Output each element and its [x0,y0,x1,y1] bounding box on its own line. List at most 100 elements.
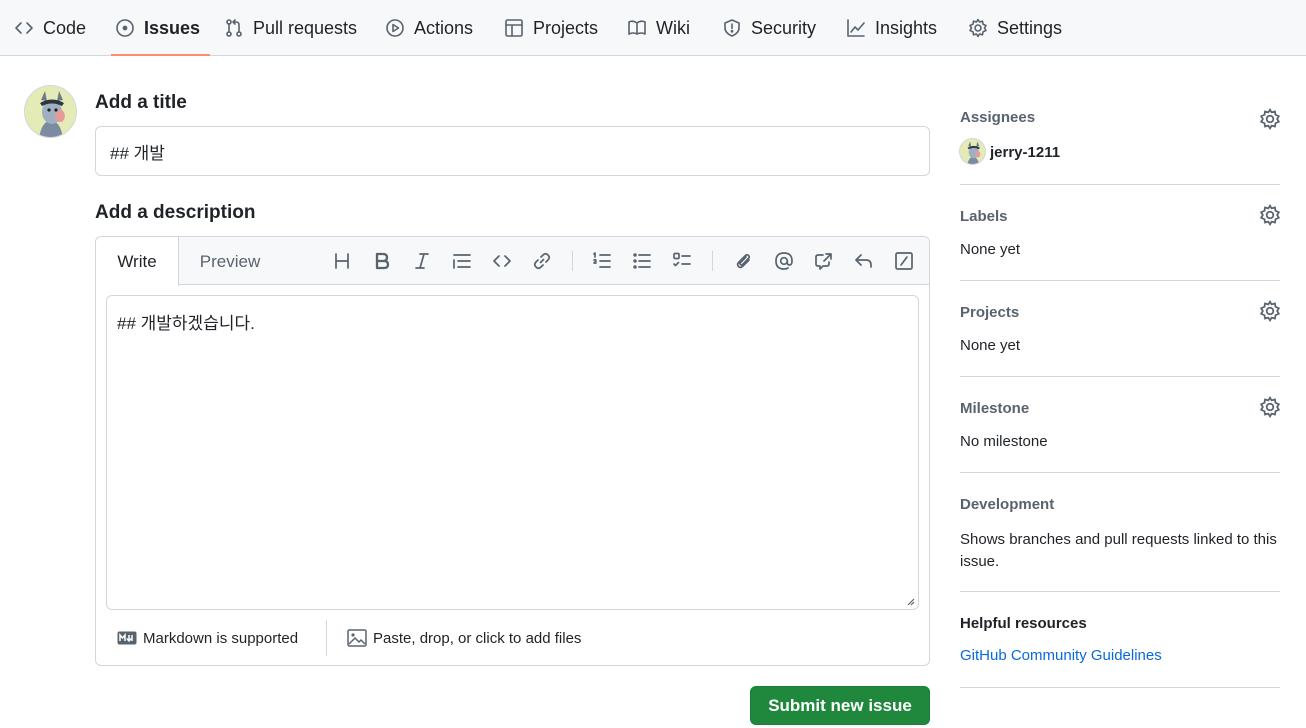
code-button[interactable] [490,249,514,273]
graph-icon [847,19,865,37]
mention-icon [775,252,793,270]
development-heading: Development [960,496,1055,513]
sidebar-divider [960,591,1280,592]
gear-icon [969,18,987,38]
assignees-heading: Assignees [960,109,1036,126]
attach-files-area[interactable]: Paste, drop, or click to add files [347,620,581,656]
tab-security-label: Security [751,17,817,38]
toolbar-divider [712,251,713,271]
quote-icon [453,254,471,269]
italic-button[interactable] [410,249,434,273]
description-value: ## 개발하겠습니다. [117,314,255,333]
projects-settings-button[interactable] [1259,299,1281,323]
tab-write[interactable]: Write [96,237,179,286]
avatar-illustration [25,86,76,137]
image-icon [347,629,367,647]
table-icon [505,19,523,37]
slash-command-icon [895,252,913,270]
reply-button[interactable] [852,249,876,273]
sidebar-divider [960,184,1280,185]
tab-actions-label: Actions [414,17,474,38]
code-icon [493,255,511,267]
markdown-support-link[interactable]: Markdown is supported [117,620,298,656]
markdown-note: Markdown is supported [143,629,299,647]
community-guidelines-link[interactable]: GitHub Community Guidelines [960,647,1162,664]
tab-projects-label: Projects [533,17,599,38]
book-icon [628,20,646,35]
development-description: Shows branches and pull requests linked … [960,531,1277,570]
resize-grip-icon[interactable] [905,596,915,606]
tab-pull-requests[interactable]: Pull requests [224,0,357,56]
labels-settings-button[interactable] [1259,203,1281,227]
assignees-settings-button[interactable] [1259,107,1281,131]
bold-button[interactable] [370,249,394,273]
tab-actions[interactable]: Actions [385,0,473,56]
tab-settings[interactable]: Settings [968,0,1062,56]
italic-icon [415,253,429,269]
assignee-avatar[interactable] [959,138,986,165]
bulleted-list-button[interactable] [630,249,654,273]
tasklist-icon [673,252,691,267]
labels-value: None yet [960,241,1021,258]
repo-nav: Code Issues Pull requests Actions Projec… [0,0,1306,56]
avatar-illustration [960,139,985,164]
projects-value: None yet [960,337,1021,354]
editor-toolbar: Write Preview [96,237,929,286]
task-list-button[interactable] [670,249,694,273]
paperclip-icon [736,253,751,269]
tab-settings-label: Settings [997,17,1063,38]
tab-issues-label: Issues [144,17,201,38]
assignee-username[interactable]: jerry-1211 [990,144,1060,161]
tab-projects[interactable]: Projects [504,0,598,56]
avatar[interactable] [24,85,77,138]
tab-insights-label: Insights [875,17,938,38]
gear-icon [1259,203,1281,227]
reference-button[interactable] [812,249,836,273]
link-button[interactable] [530,249,554,273]
attach-button[interactable] [732,249,756,273]
tab-issues[interactable]: Issues [110,0,211,56]
shield-icon [724,19,740,37]
tab-pull-requests-label: Pull requests [253,17,358,38]
markdown-icon [117,631,137,645]
bold-icon [375,252,390,270]
description-editor: Write Preview ## 개발하겠습니다. Markdown is su… [95,236,930,666]
issue-opened-icon [116,19,134,37]
tab-security[interactable]: Security [722,0,816,56]
numbered-list-button[interactable] [590,249,614,273]
editor-footer: Markdown is supported Paste, drop, or cl… [96,620,929,665]
list-ordered-icon [593,252,611,268]
tab-insights[interactable]: Insights [846,0,937,56]
gear-icon [1259,299,1281,323]
description-textarea[interactable]: ## 개발하겠습니다. [106,295,919,610]
gear-icon [1259,395,1281,419]
tab-code[interactable]: Code [14,0,86,56]
title-input[interactable]: ## 개발 [95,126,930,176]
git-pull-request-icon [226,19,242,37]
files-note: Paste, drop, or click to add files [373,629,582,647]
milestone-value: No milestone [960,433,1048,450]
tab-wiki[interactable]: Wiki [627,0,690,56]
gear-icon [1259,107,1281,131]
play-icon [386,19,404,37]
helpful-resources-heading: Helpful resources [960,615,1087,632]
reply-icon [855,254,872,268]
sidebar-divider [960,472,1280,473]
milestone-heading: Milestone [960,400,1030,417]
sidebar-divider [960,687,1280,688]
quote-button[interactable] [450,249,474,273]
cross-reference-icon [815,253,832,270]
mention-button[interactable] [772,249,796,273]
heading-button[interactable] [330,249,354,273]
sidebar-divider [960,376,1280,377]
toolbar-divider [572,251,573,271]
milestone-settings-button[interactable] [1259,395,1281,419]
tab-wiki-label: Wiki [656,17,690,38]
title-label: Add a title [95,92,187,113]
slash-commands-button[interactable] [892,249,916,273]
list-unordered-icon [633,253,651,269]
submit-new-issue-button[interactable]: Submit new issue [750,686,930,725]
title-input-value: ## 개발 [110,143,165,163]
tab-preview[interactable]: Preview [186,237,274,286]
link-icon [533,252,551,270]
